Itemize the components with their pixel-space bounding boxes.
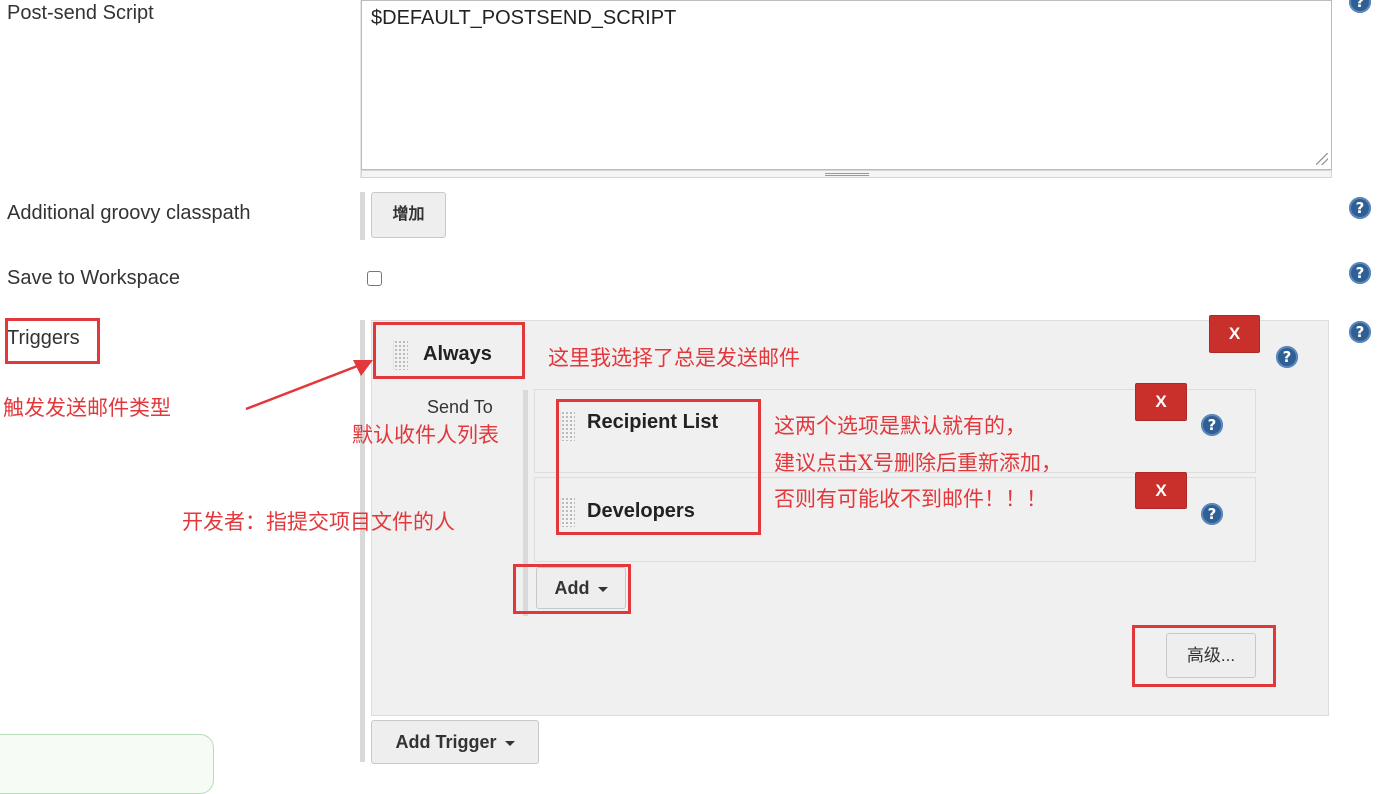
help-icon-developers[interactable]: ?: [1201, 503, 1223, 525]
advanced-button-highlight: [1132, 625, 1276, 687]
triggers-label-highlight: [5, 318, 100, 364]
help-icon-save[interactable]: ?: [1349, 262, 1371, 284]
notification-box: [0, 734, 214, 794]
groovy-gutter: [360, 192, 365, 240]
remove-trigger-button[interactable]: X: [1209, 315, 1260, 353]
postsend-script-value: $DEFAULT_POSTSEND_SCRIPT: [371, 7, 677, 29]
annotation-defaults-line3: 否则有可能收不到邮件！！！: [774, 487, 1047, 511]
chevron-down-icon: [504, 740, 515, 746]
annotation-default-recipients: 默认收件人列表: [352, 423, 499, 447]
remove-developers-button[interactable]: X: [1135, 472, 1187, 509]
annotation-defaults-line1: 这两个选项是默认就有的，: [774, 414, 1026, 438]
save-to-workspace-checkbox[interactable]: [367, 271, 382, 286]
annotation-arrow-icon: [245, 360, 373, 411]
add-button-highlight: [513, 564, 631, 614]
groovy-add-button[interactable]: 增加: [371, 192, 446, 238]
help-icon-triggers[interactable]: ?: [1349, 321, 1371, 343]
annotation-developers: 开发者：指提交项目文件的人: [182, 510, 455, 534]
send-to-label: Send To: [427, 397, 493, 417]
help-icon-trigger[interactable]: ?: [1276, 346, 1298, 368]
textarea-resize-bar[interactable]: [361, 170, 1332, 178]
postsend-script-label: Post-send Script: [7, 2, 154, 24]
help-icon-groovy[interactable]: ?: [1349, 197, 1371, 219]
annotation-defaults-line2: 建议点击X号删除后重新添加，: [774, 451, 1062, 475]
save-to-workspace-label: Save to Workspace: [7, 267, 181, 289]
annotation-always: 这里我选择了总是发送邮件: [548, 346, 800, 370]
help-icon-postsend[interactable]: ?: [1349, 0, 1371, 13]
postsend-script-textarea[interactable]: $DEFAULT_POSTSEND_SCRIPT: [361, 0, 1332, 170]
trigger-name-highlight: [373, 322, 525, 379]
resize-grip-icon[interactable]: [1316, 153, 1328, 165]
annotation-trigger-type: 触发发送邮件类型: [3, 396, 171, 420]
help-icon-recipient-list[interactable]: ?: [1201, 414, 1223, 436]
add-trigger-button[interactable]: Add Trigger: [371, 720, 539, 764]
add-trigger-label: Add Trigger: [395, 732, 497, 752]
recipients-highlight: [556, 399, 761, 535]
remove-recipient-list-button[interactable]: X: [1135, 383, 1187, 421]
groovy-classpath-label: Additional groovy classpath: [7, 202, 251, 224]
